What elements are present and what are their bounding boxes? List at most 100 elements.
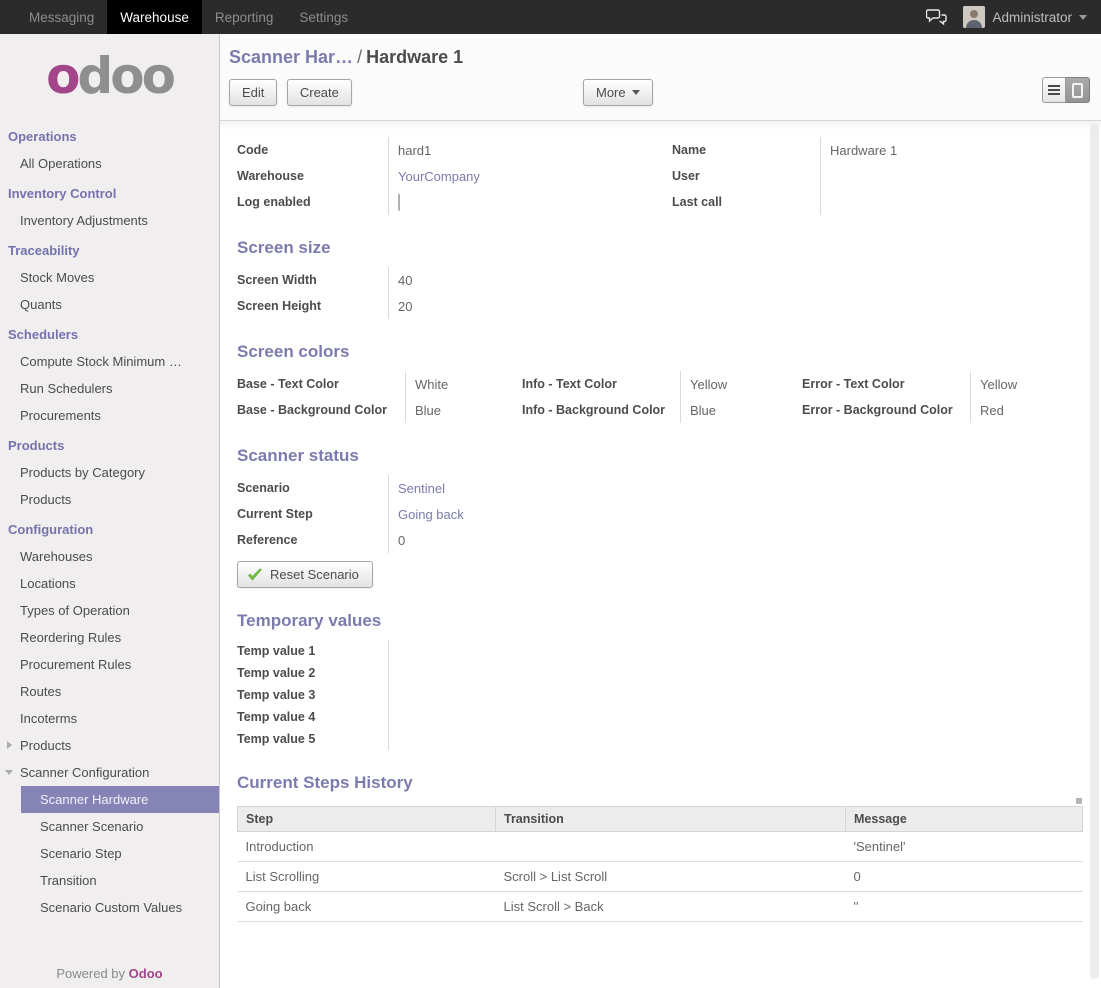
topbar-menus: Messaging Warehouse Reporting Settings: [0, 0, 361, 34]
header-step[interactable]: Step: [238, 807, 496, 832]
sidebar: odoo Operations All Operations Inventory…: [0, 34, 220, 988]
cell-message: '': [846, 892, 1083, 922]
log-enabled-label: Log enabled: [237, 189, 388, 215]
more-button-label: More: [596, 85, 626, 100]
screen-height-value: 20: [388, 293, 688, 319]
list-view-button[interactable]: [1042, 77, 1066, 103]
menu-reporting[interactable]: Reporting: [202, 0, 287, 34]
form-sheet: Code hard1 Warehouse YourCompany Log ena…: [220, 121, 1101, 988]
last-call-value: [820, 189, 1101, 215]
code-value: hard1: [388, 137, 672, 163]
table-row[interactable]: Going back List Scroll > Back '': [238, 892, 1083, 922]
sidebar-item-incoterms[interactable]: Incoterms: [0, 705, 219, 732]
sidebar-item-transition[interactable]: Transition: [0, 867, 219, 894]
user-value: [820, 163, 1101, 189]
sidebar-item-locations[interactable]: Locations: [0, 570, 219, 597]
sidebar-item-compute-stock-minimum[interactable]: Compute Stock Minimum …: [0, 348, 219, 375]
topbar-right: Administrator: [926, 0, 1101, 34]
sidebar-section-products: Products: [0, 429, 219, 459]
breadcrumb-parent-link[interactable]: Scanner Har…: [229, 47, 353, 67]
sidebar-item-all-operations[interactable]: All Operations: [0, 150, 219, 177]
sidebar-item-warehouses[interactable]: Warehouses: [0, 543, 219, 570]
menu-settings[interactable]: Settings: [286, 0, 361, 34]
table-row[interactable]: Introduction 'Sentinel': [238, 832, 1083, 862]
create-button[interactable]: Create: [287, 79, 352, 106]
breadcrumb: Scanner Har…/Hardware 1: [220, 34, 1101, 68]
base-text-color-label: Base - Text Color: [237, 371, 405, 397]
menu-messaging[interactable]: Messaging: [16, 0, 107, 34]
sidebar-item-procurements[interactable]: Procurements: [0, 402, 219, 429]
sidebar-item-scanner-hardware[interactable]: Scanner Hardware: [21, 786, 219, 813]
sidebar-section-configuration: Configuration: [0, 513, 219, 543]
chat-bubbles-icon[interactable]: [926, 9, 947, 25]
temp-value-4-label: Temp value 4: [237, 706, 388, 728]
sidebar-item-stock-moves[interactable]: Stock Moves: [0, 264, 219, 291]
user-menu-label[interactable]: Administrator: [992, 10, 1072, 25]
temp-value-1-value: [388, 640, 688, 662]
field-group-screen-size: Screen Width 40 Screen Height 20: [237, 267, 1101, 319]
info-text-color-value: Yellow: [680, 371, 802, 397]
sidebar-item-scanner-configuration[interactable]: Scanner Configuration: [0, 759, 219, 786]
field-group-temporary-values: Temp value 1 Temp value 2 Temp value 3 T…: [237, 640, 1101, 750]
warehouse-label: Warehouse: [237, 163, 388, 189]
sidebar-item-scenario-custom-values[interactable]: Scenario Custom Values: [0, 894, 219, 921]
user-label: User: [672, 163, 820, 189]
reset-scenario-button[interactable]: Reset Scenario: [237, 561, 373, 588]
reference-value: 0: [388, 527, 688, 553]
sidebar-item-run-schedulers[interactable]: Run Schedulers: [0, 375, 219, 402]
field-group-scanner-status: Scenario Sentinel Current Step Going bac…: [237, 475, 1101, 553]
current-steps-history-title: Current Steps History: [237, 773, 1101, 793]
scanner-status-title: Scanner status: [237, 446, 1101, 466]
sidebar-item-inventory-adjustments[interactable]: Inventory Adjustments: [0, 207, 219, 234]
screen-width-value: 40: [388, 267, 688, 293]
screen-colors-title: Screen colors: [237, 342, 1101, 362]
base-background-color-label: Base - Background Color: [237, 397, 405, 423]
breadcrumb-current: Hardware 1: [366, 47, 463, 67]
odoo-brand-link[interactable]: Odoo: [129, 966, 163, 981]
breadcrumb-separator: /: [353, 47, 366, 67]
user-avatar[interactable]: [963, 6, 985, 28]
more-button[interactable]: More: [583, 79, 653, 106]
reference-label: Reference: [237, 527, 388, 553]
sidebar-item-routes[interactable]: Routes: [0, 678, 219, 705]
header-message[interactable]: Message: [846, 807, 1083, 832]
menu-warehouse[interactable]: Warehouse: [107, 0, 202, 34]
list-view-icon: [1048, 85, 1060, 95]
scenario-value-link[interactable]: Sentinel: [388, 475, 688, 501]
temp-value-3-label: Temp value 3: [237, 684, 388, 706]
sidebar-item-quants[interactable]: Quants: [0, 291, 219, 318]
sidebar-item-scenario-step[interactable]: Scenario Step: [0, 840, 219, 867]
edit-button[interactable]: Edit: [229, 79, 277, 106]
base-text-color-value: White: [405, 371, 522, 397]
temporary-values-title: Temporary values: [237, 611, 1101, 631]
temp-value-2-label: Temp value 2: [237, 662, 388, 684]
sidebar-item-scanner-scenario[interactable]: Scanner Scenario: [0, 813, 219, 840]
sidebar-item-products-submenu[interactable]: Products: [0, 732, 219, 759]
sidebar-item-label: Products: [20, 738, 71, 753]
history-header-row: Step Transition Message: [238, 807, 1083, 832]
name-label: Name: [672, 137, 820, 163]
sidebar-item-procurement-rules[interactable]: Procurement Rules: [0, 651, 219, 678]
error-background-color-label: Error - Background Color: [802, 397, 970, 423]
sidebar-item-reordering-rules[interactable]: Reordering Rules: [0, 624, 219, 651]
sidebar-item-products[interactable]: Products: [0, 486, 219, 513]
current-step-value-link[interactable]: Going back: [388, 501, 688, 527]
field-group-main: Code hard1 Warehouse YourCompany Log ena…: [237, 137, 1101, 215]
form-view-button[interactable]: [1066, 77, 1090, 103]
cell-transition: List Scroll > Back: [496, 892, 846, 922]
collapse-arrow-icon: [7, 741, 12, 749]
table-row[interactable]: List Scrolling Scroll > List Scroll 0: [238, 862, 1083, 892]
log-enabled-checkbox[interactable]: [398, 194, 400, 211]
table-resize-handle[interactable]: [1076, 798, 1082, 804]
info-text-color-label: Info - Text Color: [522, 371, 680, 397]
header-transition[interactable]: Transition: [496, 807, 846, 832]
warehouse-value-link[interactable]: YourCompany: [388, 163, 672, 189]
odoo-logo: odoo: [0, 34, 219, 120]
caret-down-icon[interactable]: [1079, 15, 1087, 20]
name-value: Hardware 1: [820, 137, 1101, 163]
info-background-color-value: Blue: [680, 397, 802, 423]
vertical-scrollbar[interactable]: [1090, 123, 1099, 979]
sidebar-item-products-by-category[interactable]: Products by Category: [0, 459, 219, 486]
sidebar-item-types-of-operation[interactable]: Types of Operation: [0, 597, 219, 624]
field-group-screen-colors: Base - Text Color White Info - Text Colo…: [237, 371, 1101, 423]
